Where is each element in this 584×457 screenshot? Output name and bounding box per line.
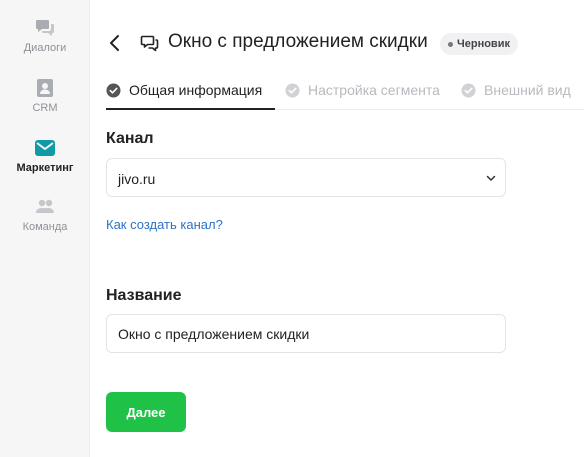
- chat-bubbles-icon: [36, 20, 54, 36]
- tab-label: Общая информация: [129, 82, 263, 98]
- next-button[interactable]: Далее: [106, 392, 186, 432]
- check-circle-icon: [285, 83, 300, 98]
- chevron-down-icon: [486, 175, 496, 181]
- how-to-create-channel-link[interactable]: Как создать канал?: [106, 217, 223, 232]
- channel-select[interactable]: jivo.ru: [106, 158, 506, 197]
- tab-appearance[interactable]: Внешний вид: [461, 78, 571, 110]
- name-label: Название: [106, 287, 182, 304]
- sidebar-item-dialogs[interactable]: Диалоги: [0, 18, 90, 54]
- people-icon: [36, 199, 54, 213]
- envelope-icon: [35, 140, 55, 156]
- name-input[interactable]: [106, 314, 506, 353]
- main-content: Окно с предложением скидки Черновик Обща…: [90, 0, 584, 457]
- sidebar-item-marketing[interactable]: Маркетинг: [0, 138, 90, 174]
- tab-label: Внешний вид: [484, 82, 571, 98]
- back-arrow-icon[interactable]: [104, 32, 126, 54]
- sidebar-item-label: Маркетинг: [16, 162, 74, 174]
- contact-card-icon: [37, 79, 53, 97]
- sidebar-item-team[interactable]: Команда: [0, 197, 90, 233]
- check-circle-icon: [106, 83, 121, 98]
- sidebar-item-label: Команда: [22, 221, 68, 233]
- status-dot-icon: [448, 41, 453, 47]
- page-title: Окно с предложением скидки: [168, 31, 428, 52]
- tab-general-info[interactable]: Общая информация: [106, 78, 275, 110]
- tab-segment-settings[interactable]: Настройка сегмента: [285, 78, 440, 110]
- check-circle-icon: [461, 83, 476, 98]
- tab-label: Настройка сегмента: [308, 82, 440, 98]
- chat-popup-icon: [140, 35, 159, 52]
- sidebar-item-label: Диалоги: [23, 42, 67, 54]
- status-badge: Черновик: [440, 33, 518, 55]
- sidebar-item-label: CRM: [32, 102, 58, 114]
- channel-label: Канал: [106, 130, 154, 147]
- tab-bar: Общая информация Настройка сегмента Внеш…: [106, 78, 584, 110]
- sidebar: Диалоги CRM Маркетинг Команда: [0, 0, 90, 457]
- channel-select-value: jivo.ru: [118, 171, 156, 187]
- status-badge-label: Черновик: [457, 38, 510, 50]
- sidebar-item-crm[interactable]: CRM: [0, 78, 90, 114]
